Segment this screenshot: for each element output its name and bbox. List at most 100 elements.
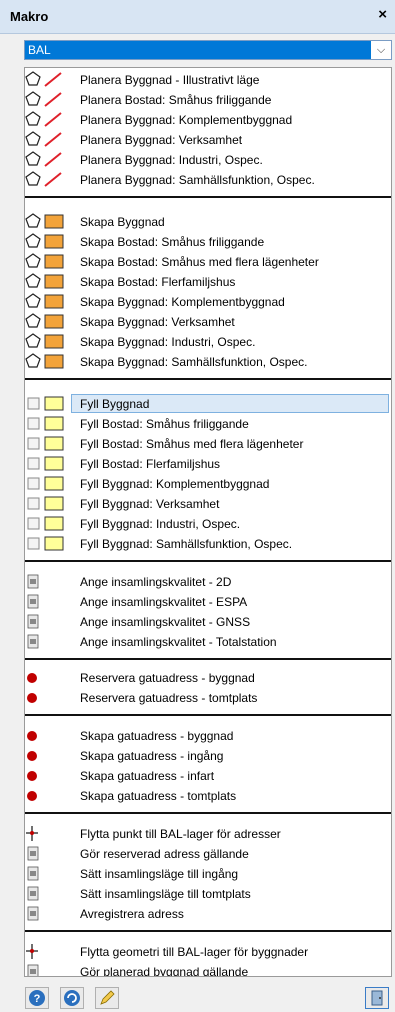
macro-item[interactable]: Skapa Byggnad: Industri, Ospec.	[25, 332, 391, 352]
document-icon	[27, 886, 39, 901]
macro-item[interactable]: Skapa Bostad: Småhus friliggande	[25, 232, 391, 252]
macro-item[interactable]: Skapa gatuadress - byggnad	[25, 726, 391, 746]
pencil-icon	[95, 987, 119, 1009]
macro-item[interactable]: Skapa Byggnad	[25, 212, 391, 232]
macro-item-label: Ange insamlingskvalitet - Totalstation	[80, 635, 277, 649]
macro-item[interactable]: Planera Byggnad: Komplementbyggnad	[25, 110, 391, 130]
macro-item-label: Planera Byggnad: Komplementbyggnad	[80, 113, 293, 127]
macro-item[interactable]: Planera Byggnad - Illustrativt läge	[25, 70, 391, 90]
building-icon	[25, 233, 64, 249]
macro-item[interactable]: Avregistrera adress	[25, 904, 391, 924]
macro-item[interactable]: Fyll Bostad: Flerfamiljshus	[25, 454, 391, 474]
macro-item[interactable]: Skapa gatuadress - tomtplats	[25, 786, 391, 806]
macro-item[interactable]: Fyll Byggnad: Verksamhet	[25, 494, 391, 514]
fill-building-icon	[27, 476, 64, 491]
building-icon	[25, 313, 64, 329]
macro-item[interactable]: Gör reserverad adress gällande	[25, 844, 391, 864]
chevron-down-icon[interactable]: ⌵	[371, 41, 391, 59]
building-icon	[25, 253, 64, 269]
macro-item-label: Skapa gatuadress - ingång	[80, 749, 224, 763]
planned-building-icon	[25, 151, 62, 167]
macro-item[interactable]: Skapa Byggnad: Samhällsfunktion, Ospec.	[25, 352, 391, 372]
macro-item-label: Fyll Bostad: Småhus med flera lägenheter	[80, 437, 304, 451]
fill-building-icon	[27, 436, 64, 451]
macro-group: Skapa gatuadress - byggnad Skapa gatuadre…	[25, 716, 391, 812]
edit-button[interactable]	[95, 987, 119, 1009]
macro-item[interactable]: Skapa Bostad: Småhus med flera lägenhete…	[25, 252, 391, 272]
fill-building-icon	[27, 496, 64, 511]
help-button[interactable]: ?	[25, 987, 49, 1009]
macro-item[interactable]: Planera Byggnad: Samhällsfunktion, Ospec…	[25, 170, 391, 190]
macro-set-value: BAL	[25, 41, 371, 59]
macro-item-label: Ange insamlingskvalitet - ESPA	[80, 595, 248, 609]
macro-item[interactable]: Flytta geometri till BAL-lager för byggn…	[25, 942, 391, 962]
macro-item-label: Fyll Byggnad: Industri, Ospec.	[80, 517, 241, 531]
macro-item-label: Fyll Byggnad: Samhällsfunktion, Ospec.	[80, 537, 293, 551]
macro-item-label: Skapa Bostad: Småhus friliggande	[80, 235, 265, 249]
macro-item[interactable]: Skapa Bostad: Flerfamiljshus	[25, 272, 391, 292]
macro-item[interactable]: Ange insamlingskvalitet - 2D	[25, 572, 391, 592]
refresh-button[interactable]	[60, 987, 84, 1009]
document-icon	[27, 614, 39, 629]
macro-item-label: Planera Byggnad: Samhällsfunktion, Ospec…	[80, 173, 315, 187]
building-icon	[25, 273, 64, 289]
macro-item[interactable]: Fyll Bostad: Småhus med flera lägenheter	[25, 434, 391, 454]
macro-item-label: Skapa gatuadress - byggnad	[80, 729, 234, 743]
macro-item[interactable]: Planera Byggnad: Verksamhet	[25, 130, 391, 150]
macro-item[interactable]: Fyll Byggnad: Komplementbyggnad	[25, 474, 391, 494]
macro-item-label: Fyll Bostad: Småhus friliggande	[80, 417, 249, 431]
macro-item[interactable]: Ange insamlingskvalitet - Totalstation	[25, 632, 391, 652]
document-icon	[27, 574, 39, 589]
macro-item-label: Fyll Byggnad: Komplementbyggnad	[80, 477, 270, 491]
macro-group: Flytta punkt till BAL-lager för adresser…	[25, 814, 391, 930]
macro-set-dropdown[interactable]: BAL ⌵	[24, 40, 392, 60]
macro-item-label: Planera Byggnad: Verksamhet	[80, 133, 243, 147]
macro-item[interactable]: Fyll Byggnad: Industri, Ospec.	[25, 514, 391, 534]
close-icon[interactable]: ×	[378, 6, 387, 23]
macro-item-label: Skapa Byggnad: Komplementbyggnad	[80, 295, 285, 309]
fill-building-icon	[27, 536, 64, 551]
planned-building-icon	[25, 131, 62, 147]
macro-item[interactable]: Flytta punkt till BAL-lager för adresser	[25, 824, 391, 844]
move-icon	[26, 944, 38, 959]
svg-text:?: ?	[34, 993, 41, 1005]
macro-item-label: Skapa Bostad: Småhus med flera lägenhete…	[80, 255, 319, 269]
macro-item[interactable]: Reservera gatuadress - byggnad	[25, 668, 391, 688]
building-icon	[25, 333, 64, 349]
macro-item[interactable]: Skapa gatuadress - infart	[25, 766, 391, 786]
macro-item[interactable]: Sätt insamlingsläge till ingång	[25, 864, 391, 884]
title-bar: Makro ×	[0, 0, 395, 34]
macro-item-label: Skapa Byggnad: Industri, Ospec.	[80, 335, 256, 349]
macro-item[interactable]: Sätt insamlingsläge till tomtplats	[25, 884, 391, 904]
macro-group: Fyll Byggnad Fyll Bostad: Småhus friligga…	[25, 380, 391, 560]
macro-item[interactable]: Skapa gatuadress - ingång	[25, 746, 391, 766]
macro-item[interactable]: Planera Byggnad: Industri, Ospec.	[25, 150, 391, 170]
macro-item[interactable]: Planera Bostad: Småhus friliggande	[25, 90, 391, 110]
macro-item[interactable]: Skapa Byggnad: Komplementbyggnad	[25, 292, 391, 312]
macro-item-label: Skapa Byggnad: Verksamhet	[80, 315, 235, 329]
exit-button[interactable]	[365, 987, 389, 1009]
macro-item[interactable]: Fyll Byggnad: Samhällsfunktion, Ospec.	[25, 534, 391, 554]
red-dot-icon	[27, 673, 37, 683]
macro-item-label: Fyll Byggnad	[80, 397, 150, 411]
macro-item-label: Flytta punkt till BAL-lager för adresser	[80, 827, 281, 841]
macro-item[interactable]: Gör planerad byggnad gällande	[25, 962, 391, 976]
fill-building-icon	[27, 516, 64, 531]
red-dot-icon	[27, 731, 37, 741]
macro-item-label: Reservera gatuadress - byggnad	[80, 671, 255, 685]
fill-building-icon	[27, 456, 64, 471]
macro-item[interactable]: Fyll Byggnad	[25, 394, 391, 414]
macro-item[interactable]: Ange insamlingskvalitet - ESPA	[25, 592, 391, 612]
macro-group: Flytta geometri till BAL-lager för byggn…	[25, 932, 391, 976]
macro-item-label: Sätt insamlingsläge till ingång	[80, 867, 239, 881]
macro-item[interactable]: Fyll Bostad: Småhus friliggande	[25, 414, 391, 434]
red-dot-icon	[27, 791, 37, 801]
macro-item[interactable]: Ange insamlingskvalitet - GNSS	[25, 612, 391, 632]
macro-item[interactable]: Skapa Byggnad: Verksamhet	[25, 312, 391, 332]
macro-item-label: Planera Byggnad - Illustrativt läge	[80, 73, 260, 87]
document-icon	[27, 866, 39, 881]
macro-group: Reservera gatuadress - byggnad Reservera …	[25, 660, 391, 714]
macro-item[interactable]: Reservera gatuadress - tomtplats	[25, 688, 391, 708]
macro-item-label: Reservera gatuadress - tomtplats	[80, 691, 258, 705]
move-icon	[26, 826, 38, 841]
